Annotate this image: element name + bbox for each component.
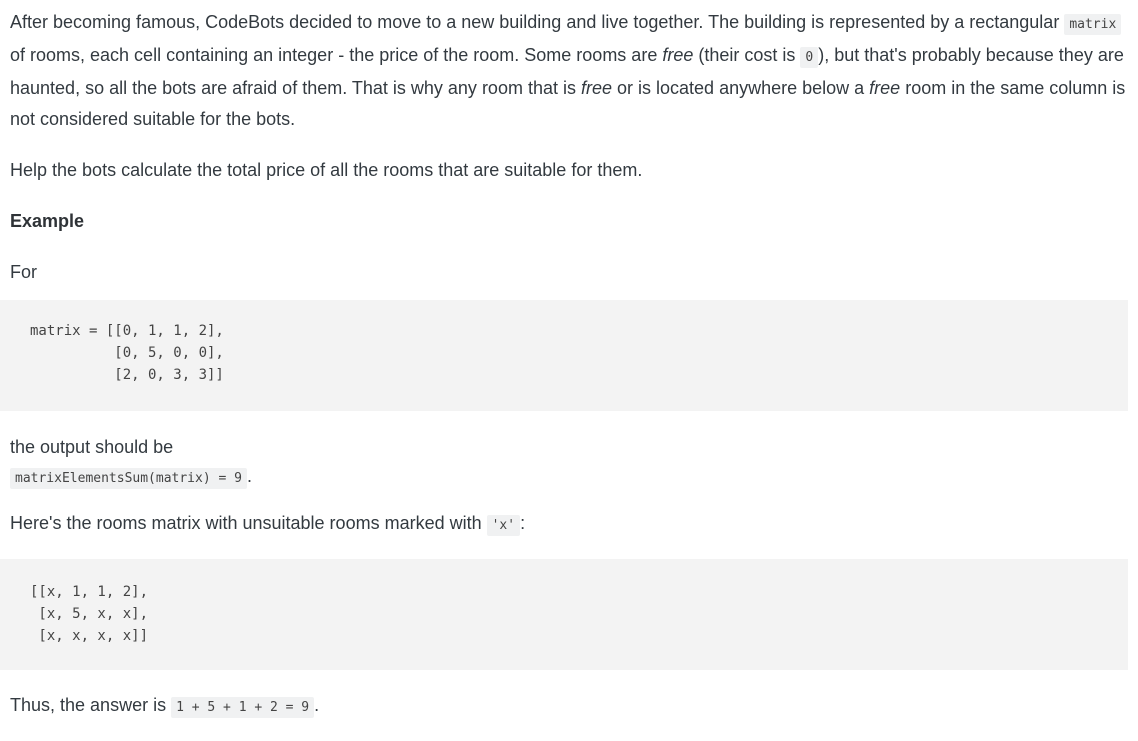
answer-paragraph: Thus, the answer is 1 + 5 + 1 + 2 = 9. — [10, 690, 1138, 723]
x-inline-code: 'x' — [486, 515, 521, 536]
example-heading: Example — [10, 211, 85, 231]
answer-inline-code: 1 + 5 + 1 + 2 = 9 — [171, 697, 315, 718]
help-paragraph: Help the bots calculate the total price … — [10, 160, 643, 180]
intro-text-1: After becoming famous, CodeBots decided … — [10, 12, 1065, 32]
output-suffix: . — [246, 466, 252, 486]
intro-text-5: or is located anywhere below a — [612, 78, 870, 98]
free-emphasis: free — [580, 78, 613, 98]
matrix-inline-code: matrix — [1064, 14, 1122, 35]
free-emphasis: free — [662, 45, 694, 65]
answer-suffix: . — [314, 695, 320, 715]
problem-description: After becoming famous, CodeBots decided … — [0, 0, 1138, 723]
intro-paragraph: After becoming famous, CodeBots decided … — [10, 7, 1138, 135]
output-inline-code: matrixElementsSum(matrix) = 9 — [10, 468, 247, 489]
intro-text-2: of rooms, each cell containing an intege… — [10, 45, 663, 65]
output-label: the output should be — [10, 437, 174, 457]
marked-text: Here's the rooms matrix with unsuitable … — [10, 513, 487, 533]
marked-suffix: : — [520, 513, 526, 533]
answer-text: Thus, the answer is — [10, 695, 172, 715]
free-emphasis: free — [869, 78, 901, 98]
marked-paragraph: Here's the rooms matrix with unsuitable … — [10, 508, 1138, 541]
marked-matrix-code-block: [[x, 1, 1, 2], [x, 5, x, x], [x, x, x, x… — [0, 559, 1128, 670]
intro-text-3: (their cost is — [693, 45, 801, 65]
zero-inline-code: 0 — [800, 47, 819, 68]
input-code-block: matrix = [[0, 1, 1, 2], [0, 5, 0, 0], [2… — [0, 300, 1128, 411]
for-label: For — [10, 262, 37, 282]
output-line: matrixElementsSum(matrix) = 9. — [10, 461, 1138, 494]
